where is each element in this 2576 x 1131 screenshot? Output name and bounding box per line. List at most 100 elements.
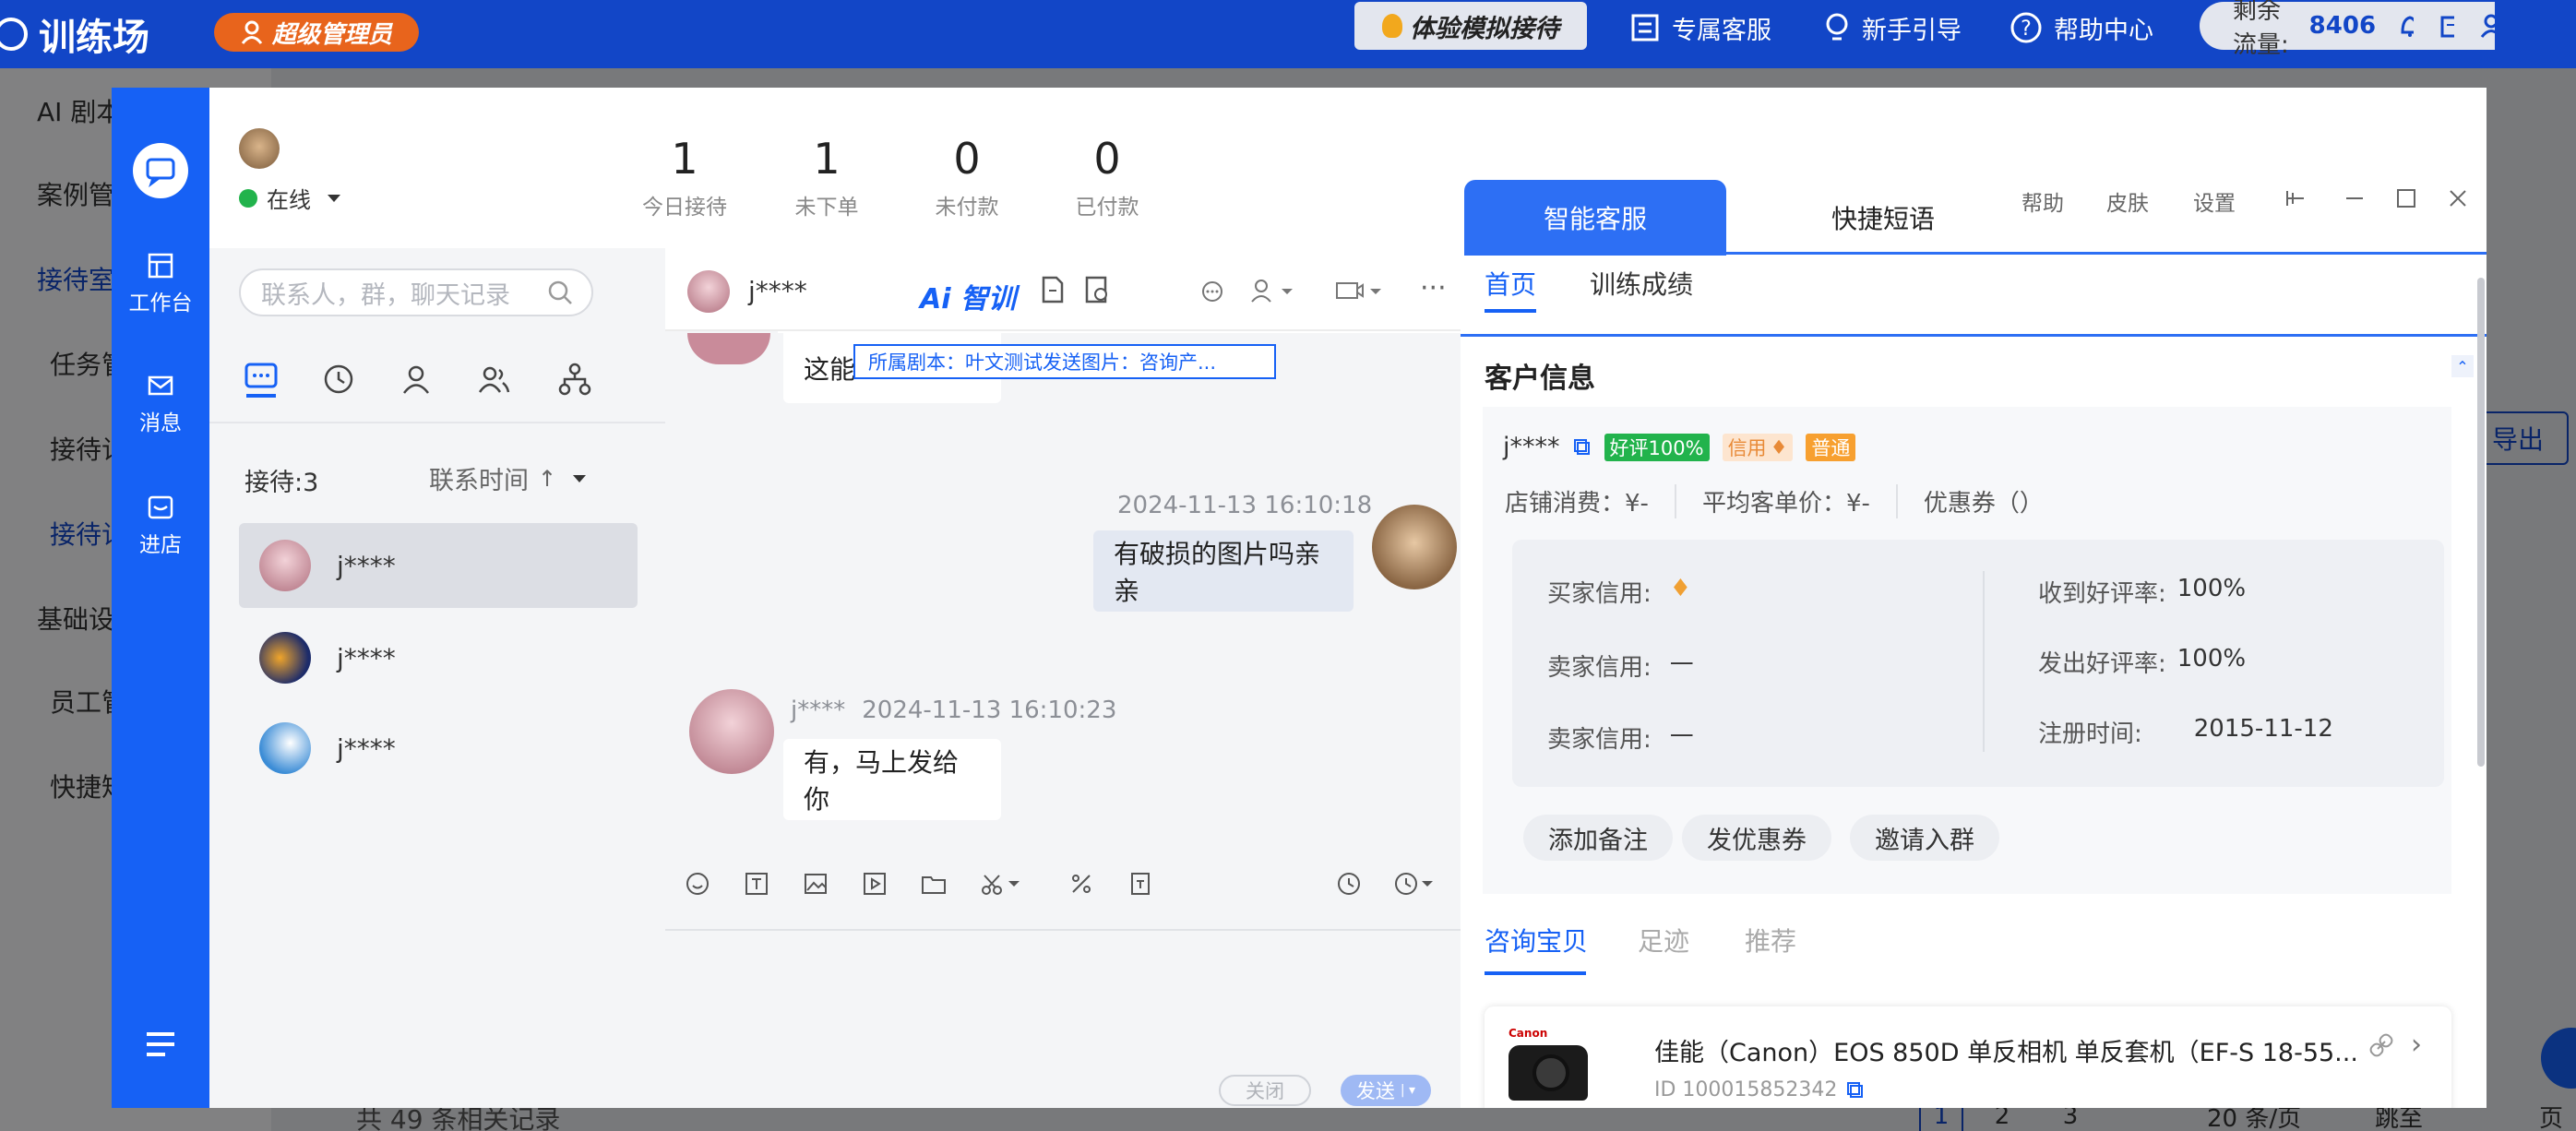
chat-bubble-icon (244, 363, 278, 398)
add-note-button[interactable]: 添加备注 (1523, 815, 1673, 861)
chevron-right-icon[interactable]: › (2411, 1029, 2422, 1061)
stat-label: 未下单 (794, 196, 859, 220)
store-icon (148, 495, 173, 519)
scissors-icon[interactable] (979, 870, 1025, 898)
status-dropdown[interactable]: 在线 (239, 182, 340, 214)
tab-quick-phrases[interactable]: 快捷短语 (1809, 180, 1957, 256)
link-icon[interactable] (2368, 1032, 2394, 1058)
tab-consult-item[interactable]: 咨询宝贝 (1485, 922, 1588, 958)
admin-badge[interactable]: 超级管理员 (214, 13, 419, 52)
tab-recommend[interactable]: 推荐 (1745, 922, 1796, 958)
help-center-link[interactable]: ? 帮助中心 (2010, 7, 2153, 48)
app-logo[interactable]: 训练场 (0, 9, 149, 59)
message-time: 2024-11-13 16:10:23 (862, 696, 1117, 724)
maximize-icon[interactable] (2396, 187, 2416, 209)
user-icon[interactable] (2480, 14, 2495, 38)
pin-icon[interactable] (2282, 187, 2306, 209)
document-icon[interactable] (1040, 276, 1066, 304)
minimize-icon[interactable] (2344, 187, 2365, 209)
tab-recent[interactable] (322, 363, 355, 396)
experience-button[interactable]: 体验模拟接待 (1354, 2, 1587, 50)
sent-rate: 发出好评率: 100% (2038, 645, 2246, 679)
credit-tag: 信用 ♦ (1722, 433, 1794, 461)
chat-messages (665, 333, 1461, 929)
guide-link[interactable]: 新手引导 (1823, 7, 1962, 48)
folder-icon[interactable] (920, 870, 948, 898)
chat-contact-avatar[interactable] (687, 270, 730, 313)
summary-item: 店铺消费：¥- (1505, 490, 1649, 518)
contact-name: j**** (337, 642, 396, 673)
script-banner[interactable]: 所属剧本：叶文测试发送图片：咨询产... (853, 344, 1276, 379)
tab-org[interactable] (558, 363, 591, 396)
clipboard-icon[interactable] (2439, 14, 2455, 38)
send-button[interactable]: 发送 | ▾ (1341, 1075, 1431, 1106)
online-dot-icon (239, 188, 257, 208)
order-icon[interactable] (1127, 870, 1154, 898)
rating-tag: 好评100% (1604, 433, 1710, 461)
rail-workbench[interactable]: 工作台 (112, 252, 209, 316)
message-text: 这能 (804, 354, 856, 385)
chat-app-icon[interactable] (133, 143, 188, 198)
kv-label: 注册时间: (2038, 720, 2142, 748)
image-icon[interactable] (802, 870, 829, 898)
settings-button[interactable]: 设置 (2193, 185, 2236, 217)
invite-group-button[interactable]: 邀请入群 (1850, 815, 1999, 861)
tab-smart-service[interactable]: 智能客服 (1464, 180, 1726, 256)
copy-icon[interactable] (1846, 1081, 1865, 1100)
divider (1983, 571, 1985, 752)
help-button[interactable]: 帮助 (2021, 185, 2064, 217)
message-input-area[interactable] (665, 929, 1461, 1108)
sort-dropdown[interactable]: 联系时间 ↑ (429, 460, 587, 496)
collapse-icon[interactable]: ⌃ (2451, 355, 2474, 377)
video-icon[interactable] (1335, 278, 1385, 304)
close-icon[interactable] (2448, 187, 2468, 209)
ai-train-button[interactable]: Ai 智训 (920, 276, 1016, 316)
discount-icon[interactable] (1067, 870, 1095, 898)
bell-icon[interactable] (2399, 14, 2415, 38)
history-icon[interactable] (1335, 870, 1363, 898)
agent-message-avatar (1372, 505, 1457, 589)
tab-footprint[interactable]: 足迹 (1638, 922, 1689, 958)
contact-item[interactable]: j**** (239, 706, 638, 791)
agent-avatar[interactable] (239, 128, 280, 169)
contact-item[interactable]: j**** (239, 523, 638, 608)
question-icon: ? (2010, 12, 2042, 43)
more-icon[interactable]: ··· (1420, 272, 1447, 304)
search-placeholder: 联系人，群，聊天记录 (261, 280, 510, 310)
video-file-icon[interactable] (861, 870, 888, 898)
message-meta: j**** 2024-11-13 16:10:23 (791, 696, 1116, 724)
send-coupon-button[interactable]: 发优惠券 (1682, 815, 1831, 861)
search-input[interactable]: 联系人，群，聊天记录 (239, 268, 593, 316)
stat-paid: 0 已付款 (1038, 134, 1176, 220)
emoji-icon[interactable] (684, 870, 711, 898)
rail-store[interactable]: 进店 (112, 494, 209, 558)
more-circle-icon[interactable] (1200, 280, 1224, 304)
copy-icon[interactable] (1573, 438, 1592, 457)
subtab-home[interactable]: 首页 (1485, 265, 1536, 302)
dedicated-service-label: 专属客服 (1672, 16, 1771, 45)
tab-contacts[interactable] (400, 363, 433, 396)
message-avatar (689, 689, 774, 774)
tab-chats[interactable] (243, 361, 280, 398)
divider (1895, 484, 1898, 518)
contact-name: j**** (337, 550, 396, 581)
schedule-icon[interactable] (1392, 870, 1438, 898)
guide-label: 新手引导 (1862, 16, 1962, 45)
rail-messages[interactable]: 消息 (112, 372, 209, 436)
contact-item[interactable]: j**** (239, 615, 638, 700)
contact-avatar (259, 632, 311, 684)
close-chat-button[interactable]: 关闭 (1219, 1075, 1311, 1106)
scrollbar[interactable] (2477, 278, 2485, 767)
subtab-scores[interactable]: 训练成绩 (1590, 265, 1693, 302)
service-icon (1631, 14, 1659, 42)
skin-button[interactable]: 皮肤 (2106, 185, 2149, 217)
rail-label: 消息 (139, 411, 182, 435)
remaining-flow: 剩余流量: 8406 (2200, 0, 2495, 59)
record-icon[interactable] (1084, 276, 1110, 304)
text-icon[interactable] (743, 870, 770, 898)
tab-groups[interactable] (477, 363, 510, 396)
dedicated-service-link[interactable]: 专属客服 (1629, 7, 1771, 48)
transfer-user-icon[interactable] (1250, 278, 1298, 304)
product-title[interactable]: 佳能（Canon）EOS 850D 单反相机 单反套机（EF-S 18-55..… (1654, 1032, 2355, 1068)
menu-icon[interactable] (145, 1030, 176, 1058)
